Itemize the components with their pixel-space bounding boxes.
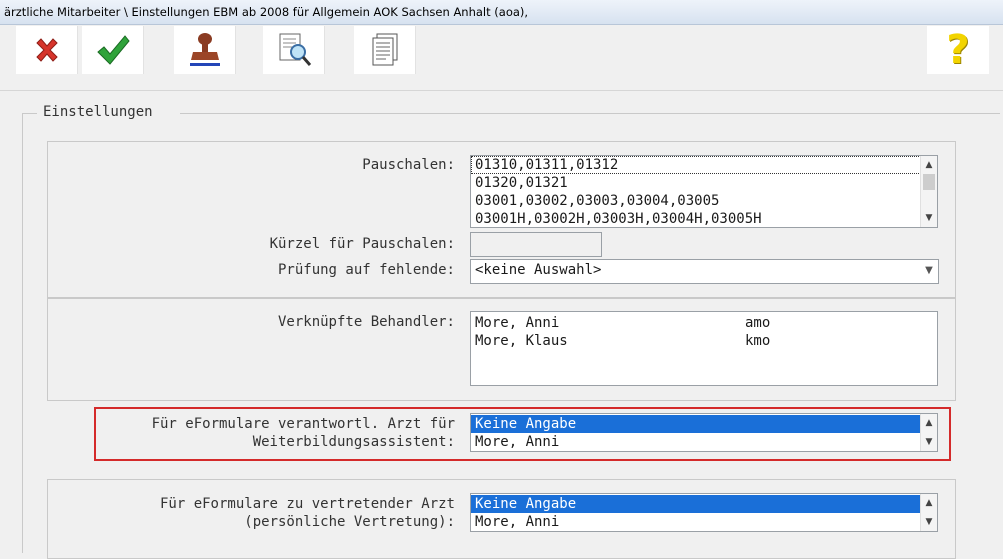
pruefung-label: Prüfung auf fehlende: [277,262,455,278]
vertretung-list[interactable]: Keine Angabe More, Anni ▲ ▼ [470,493,938,532]
scroll-down-icon[interactable]: ▼ [921,434,937,450]
list-item[interactable]: More, Anni [471,513,937,531]
kuerzel-label: Kürzel für Pauschalen: [269,236,455,252]
document-search-icon [279,33,311,66]
behandler-name: More, Anni [475,315,560,331]
weiterbildung-label-line2: Weiterbildungsassistent: [252,434,455,450]
checkmark-icon [96,35,130,65]
scrollbar[interactable]: ▲ ▼ [920,156,937,227]
weiterbildung-label-line1: Für eFormulare verantwortl. Arzt für [151,416,455,432]
list-item-selected[interactable]: Keine Angabe [471,415,937,433]
help-button[interactable]: ? [927,26,989,74]
pruefung-value: <keine Auswahl> [475,262,602,278]
fieldset-border [180,113,1000,114]
behandler-code: amo [745,315,771,331]
scroll-down-icon[interactable]: ▼ [921,514,937,530]
toolbar: ? [0,25,1003,85]
scroll-down-icon[interactable]: ▼ [921,210,937,226]
preview-button[interactable] [263,26,325,74]
list-item[interactable]: 01320,01321 [471,174,937,192]
behandler-list[interactable]: More, Anni amo More, Klaus kmo [470,311,938,386]
pauschalen-list[interactable]: 01310,01311,01312 01320,01321 03001,0300… [470,155,938,228]
behandler-code: kmo [745,333,771,349]
stamp-icon [189,33,220,66]
list-item-selected[interactable]: Keine Angabe [471,495,937,513]
scroll-thumb[interactable] [923,174,935,190]
list-item[interactable]: 01310,01311,01312 [471,156,937,174]
list-item[interactable]: 03001,03002,03003,03004,03005 [471,192,937,210]
scroll-up-icon[interactable]: ▲ [921,415,937,431]
kuerzel-input[interactable] [470,232,602,257]
weiterbildung-list[interactable]: Keine Angabe More, Anni ▲ ▼ [470,413,938,452]
close-icon [35,38,58,62]
toolbar-divider [0,90,1003,91]
fieldset-border [22,113,23,553]
vertretung-label-line2: (persönliche Vertretung): [244,514,455,530]
title-bar: ärztliche Mitarbeiter \ Einstellungen EB… [0,0,1003,25]
settings-legend: Einstellungen [40,104,156,120]
scrollbar[interactable]: ▲ ▼ [920,494,937,531]
table-row[interactable]: More, Klaus kmo [471,332,937,350]
pages-button[interactable] [354,26,416,74]
scroll-up-icon[interactable]: ▲ [921,157,937,173]
scrollbar[interactable]: ▲ ▼ [920,414,937,451]
table-row[interactable]: More, Anni amo [471,314,937,332]
cancel-button[interactable] [16,26,78,74]
pruefung-select[interactable]: <keine Auswahl> ▼ [470,259,939,284]
list-item[interactable]: 03001H,03002H,03003H,03004H,03005H [471,210,937,227]
pauschalen-label: Pauschalen: [362,157,455,173]
chevron-down-icon[interactable]: ▼ [920,260,938,283]
pages-icon [372,33,397,66]
help-icon: ? [946,27,970,73]
list-item[interactable]: More, Anni [471,433,937,451]
ok-button[interactable] [82,26,144,74]
fieldset-border [22,113,37,114]
vertretung-label-line1: Für eFormulare zu vertretender Arzt [159,496,455,512]
behandler-label: Verknüpfte Behandler: [277,314,455,330]
behandler-name: More, Klaus [475,333,568,349]
stamp-button[interactable] [174,26,236,74]
scroll-up-icon[interactable]: ▲ [921,495,937,511]
window-title: ärztliche Mitarbeiter \ Einstellungen EB… [4,5,529,19]
